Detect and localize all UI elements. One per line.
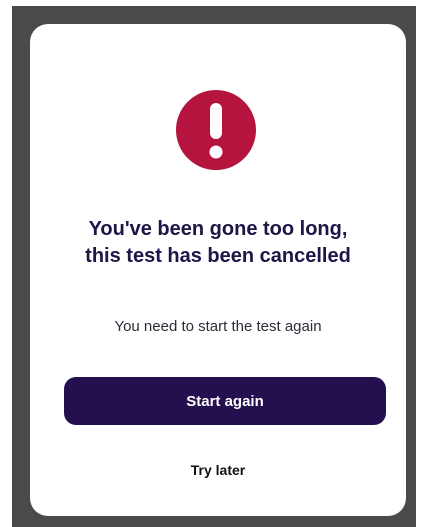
try-later-button[interactable]: Try later <box>148 456 288 484</box>
exclamation-alert-icon <box>176 90 256 170</box>
start-again-button[interactable]: Start again <box>64 377 386 425</box>
dialog-message: You need to start the test again <box>114 318 322 335</box>
dialog-title: You've been gone too long, this test has… <box>85 218 351 267</box>
test-cancelled-dialog: You've been gone too long, this test has… <box>30 24 406 516</box>
